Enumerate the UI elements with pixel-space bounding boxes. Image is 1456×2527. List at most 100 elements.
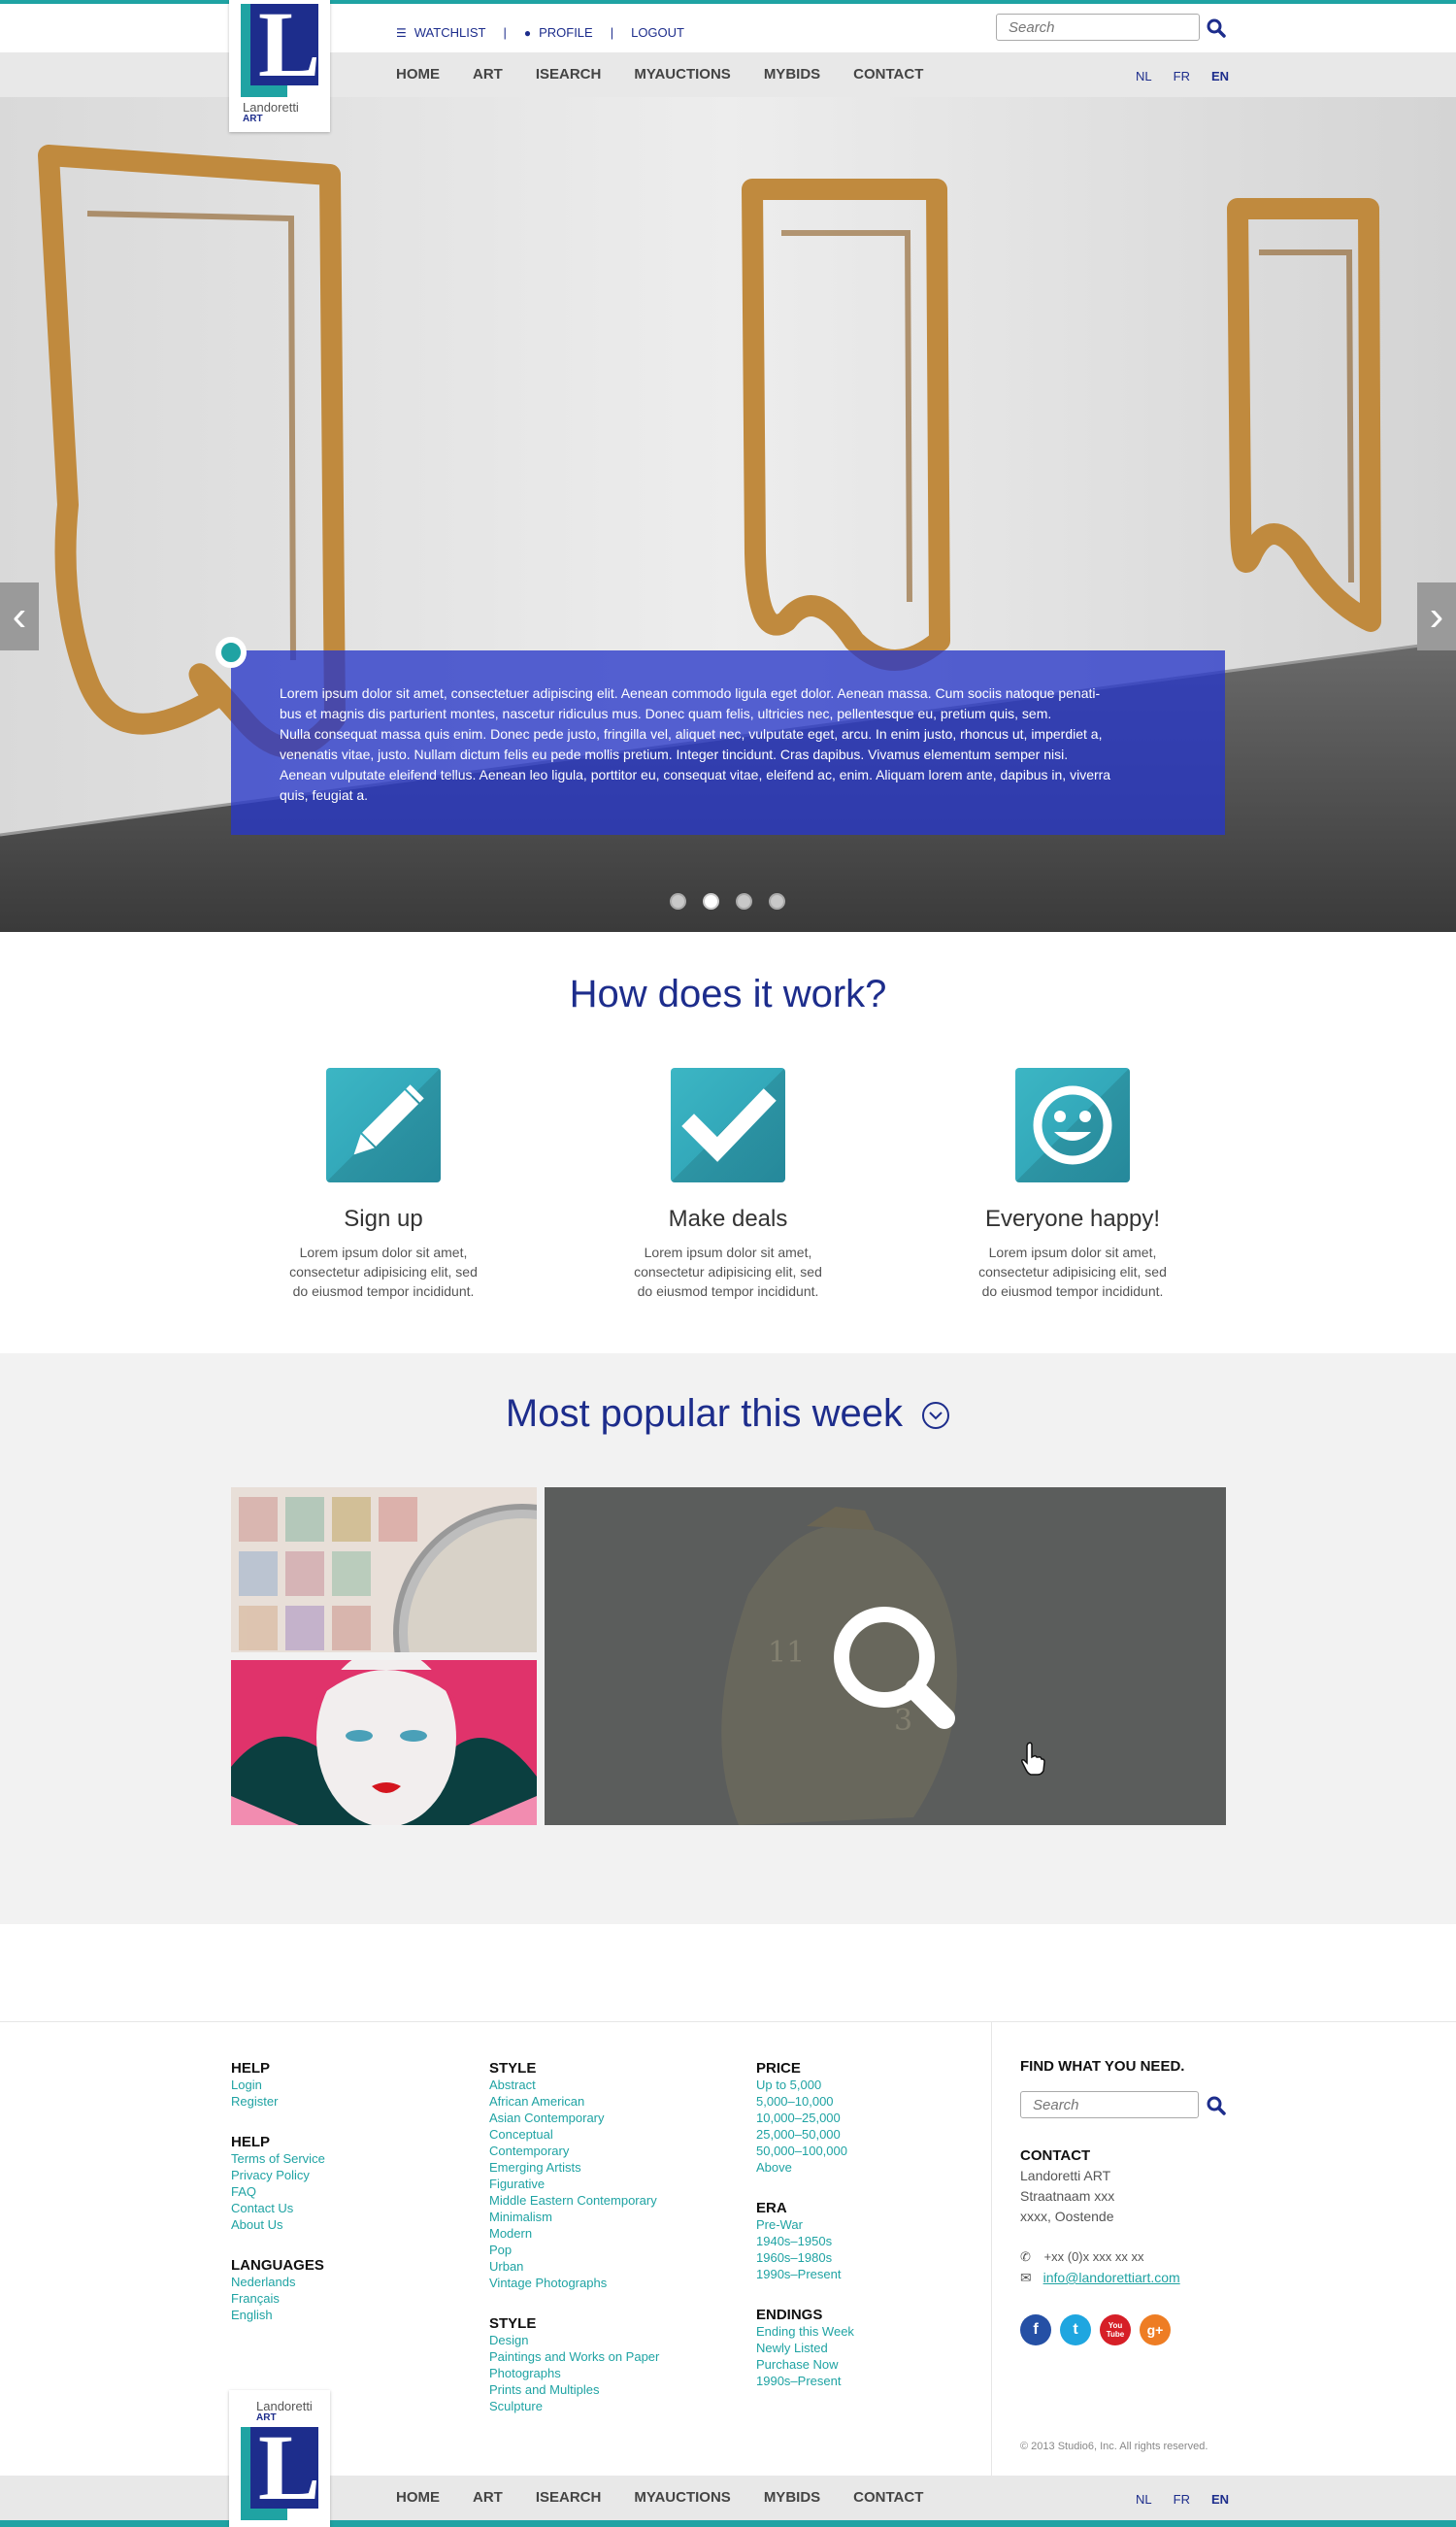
footer-link[interactable]: Privacy Policy: [231, 2167, 325, 2183]
footer-language-switcher: NL FR EN: [1114, 2492, 1229, 2507]
slider-prev-button[interactable]: ‹: [0, 582, 39, 650]
nav-home[interactable]: HOME: [396, 66, 440, 83]
lang-nl[interactable]: NL: [1136, 2492, 1152, 2507]
slider-next-button[interactable]: ›: [1417, 582, 1456, 650]
nav-isearch[interactable]: ISEARCH: [536, 66, 602, 83]
footer-link[interactable]: Nederlands: [231, 2274, 325, 2290]
footer-link-register[interactable]: Register: [231, 2093, 325, 2110]
search-icon[interactable]: [1206, 17, 1227, 39]
footer-link[interactable]: Pre-War: [756, 2216, 854, 2233]
slider-dot[interactable]: [736, 893, 752, 910]
footer-link[interactable]: Urban: [489, 2258, 659, 2275]
caption-line: Aenean vulputate eleifend tellus. Aenean…: [280, 767, 1111, 782]
nav-myauctions[interactable]: MYAUCTIONS: [634, 2489, 730, 2506]
footer-divider: [0, 2021, 1456, 2022]
footer-link[interactable]: Middle Eastern Contemporary: [489, 2192, 659, 2209]
pencil-icon: [326, 1068, 441, 1182]
footer-link[interactable]: African American: [489, 2093, 659, 2110]
footer-link[interactable]: Paintings and Works on Paper: [489, 2348, 659, 2365]
lang-en[interactable]: EN: [1211, 69, 1229, 83]
footer-link[interactable]: Contact Us: [231, 2200, 325, 2216]
chevron-down-icon[interactable]: [921, 1401, 950, 1430]
footer-link[interactable]: 1960s–1980s: [756, 2249, 854, 2266]
footer-link[interactable]: Sculpture: [489, 2398, 659, 2414]
footer-link[interactable]: Asian Contemporary: [489, 2110, 659, 2126]
footer-link[interactable]: About Us: [231, 2216, 325, 2233]
footer-link[interactable]: 50,000–100,000: [756, 2143, 854, 2159]
logout-link[interactable]: LOGOUT: [631, 25, 684, 40]
footer-link[interactable]: Terms of Service: [231, 2150, 325, 2167]
nav-mybids[interactable]: MYBIDS: [764, 66, 820, 83]
contact-email-row: ✉ info@landorettiart.com: [1020, 2268, 1180, 2288]
footer-find: FIND WHAT YOU NEED.: [1020, 2056, 1184, 2077]
watchlist-link[interactable]: WATCHLIST: [414, 25, 486, 40]
step-title: Make deals: [668, 1206, 788, 1232]
footer-link[interactable]: Minimalism: [489, 2209, 659, 2225]
slide-caption: Lorem ipsum dolor sit amet, consectetuer…: [231, 650, 1225, 835]
lang-fr[interactable]: FR: [1174, 2492, 1190, 2507]
youtube-icon[interactable]: You Tube: [1100, 2314, 1131, 2345]
footer-link[interactable]: 1940s–1950s: [756, 2233, 854, 2249]
nav-isearch[interactable]: ISEARCH: [536, 2489, 602, 2506]
footer-logo[interactable]: Landoretti ART L: [229, 2390, 330, 2527]
facebook-icon[interactable]: f: [1020, 2314, 1051, 2345]
footer-link[interactable]: Français: [231, 2290, 325, 2307]
footer-link[interactable]: Newly Listed: [756, 2340, 854, 2356]
footer-link[interactable]: English: [231, 2307, 325, 2323]
separator: |: [610, 25, 614, 40]
lang-nl[interactable]: NL: [1136, 69, 1152, 83]
artwork-thumbnail-portrait[interactable]: [231, 1660, 537, 1825]
footer-link[interactable]: Up to 5,000: [756, 2077, 854, 2093]
footer-link[interactable]: Prints and Multiples: [489, 2381, 659, 2398]
footer-link[interactable]: Conceptual: [489, 2126, 659, 2143]
footer-link[interactable]: Contemporary: [489, 2143, 659, 2159]
slider-dot[interactable]: [769, 893, 785, 910]
footer-link[interactable]: Purchase Now: [756, 2356, 854, 2373]
featured-artwork[interactable]: 11 3: [545, 1487, 1226, 1825]
footer-link[interactable]: 25,000–50,000: [756, 2126, 854, 2143]
footer-link[interactable]: Design: [489, 2332, 659, 2348]
nav-mybids[interactable]: MYBIDS: [764, 2489, 820, 2506]
twitter-icon[interactable]: t: [1060, 2314, 1091, 2345]
lang-en[interactable]: EN: [1211, 2492, 1229, 2507]
footer-link[interactable]: Emerging Artists: [489, 2159, 659, 2176]
slider-dot[interactable]: [670, 893, 686, 910]
logo[interactable]: L Landoretti ART: [229, 0, 330, 132]
footer-heading: HELP: [231, 2060, 271, 2077]
lang-fr[interactable]: FR: [1174, 69, 1190, 83]
nav-home[interactable]: HOME: [396, 2489, 440, 2506]
artwork-thumbnail-stamps[interactable]: [231, 1487, 537, 1652]
footer-link[interactable]: Figurative: [489, 2176, 659, 2192]
footer-link[interactable]: 1990s–Present: [756, 2266, 854, 2282]
contact-email[interactable]: info@landorettiart.com: [1043, 2270, 1180, 2285]
footer-link[interactable]: FAQ: [231, 2183, 325, 2200]
footer-link[interactable]: Ending this Week: [756, 2323, 854, 2340]
footer-link[interactable]: 5,000–10,000: [756, 2093, 854, 2110]
footer-search-input[interactable]: [1020, 2091, 1199, 2118]
nav-myauctions[interactable]: MYAUCTIONS: [634, 66, 730, 83]
footer-link[interactable]: 1990s–Present: [756, 2373, 854, 2389]
footer-link[interactable]: 10,000–25,000: [756, 2110, 854, 2126]
nav-contact[interactable]: CONTACT: [853, 66, 923, 83]
find-heading: FIND WHAT YOU NEED.: [1020, 2058, 1185, 2075]
footer-link-login[interactable]: Login: [231, 2077, 325, 2093]
nav-art[interactable]: ART: [473, 2489, 503, 2506]
profile-link[interactable]: PROFILE: [539, 25, 593, 40]
footer-link[interactable]: Vintage Photographs: [489, 2275, 659, 2291]
search-input[interactable]: [996, 14, 1200, 41]
footer-link[interactable]: Photographs: [489, 2365, 659, 2381]
footer-link[interactable]: Above: [756, 2159, 854, 2176]
google-plus-icon[interactable]: g+: [1140, 2314, 1171, 2345]
nav-contact[interactable]: CONTACT: [853, 2489, 923, 2506]
footer-link[interactable]: Abstract: [489, 2077, 659, 2093]
footer-link[interactable]: Modern: [489, 2225, 659, 2242]
slider-dot-active[interactable]: [703, 893, 719, 910]
contact-phone: +xx (0)x xxx xx xx: [1043, 2249, 1144, 2264]
footer-link[interactable]: Pop: [489, 2242, 659, 2258]
footer-heading: LANGUAGES: [231, 2257, 324, 2274]
step-description: Lorem ipsum dolor sit amet, consectetur …: [978, 1245, 1167, 1299]
hotspot-pin[interactable]: [215, 637, 247, 668]
contact-line: xxxx, Oostende: [1020, 2209, 1114, 2224]
search-icon[interactable]: [1206, 2095, 1227, 2116]
nav-art[interactable]: ART: [473, 66, 503, 83]
